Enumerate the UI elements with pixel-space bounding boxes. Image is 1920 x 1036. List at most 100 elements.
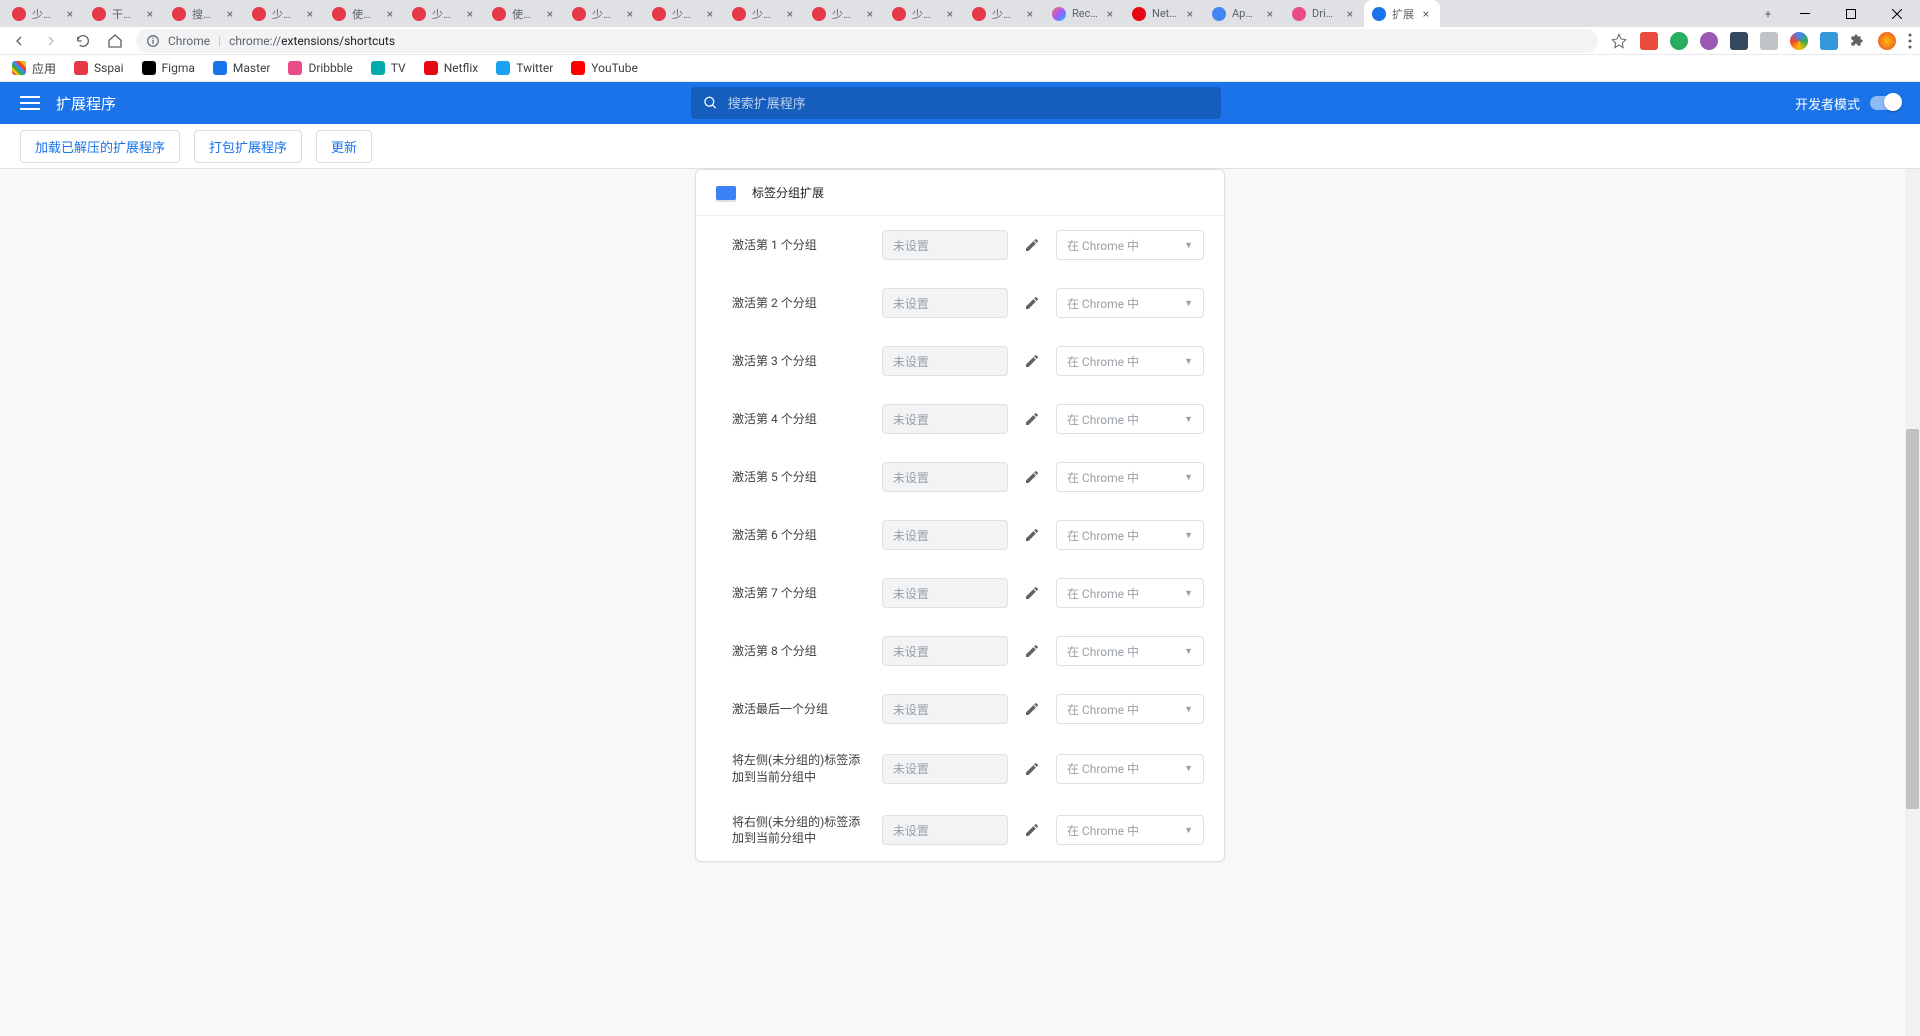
reload-button[interactable] — [72, 30, 94, 52]
tab-close-icon[interactable]: × — [1420, 8, 1432, 20]
scope-select[interactable]: 在 Chrome 中 ▼ — [1056, 520, 1204, 550]
browser-tab[interactable]: 少数... × — [964, 0, 1044, 27]
scope-select[interactable]: 在 Chrome 中 ▼ — [1056, 462, 1204, 492]
extensions-puzzle-icon[interactable] — [1850, 33, 1866, 49]
ext-icon-6[interactable] — [1790, 32, 1808, 50]
tab-close-icon[interactable]: × — [64, 8, 76, 20]
tab-close-icon[interactable]: × — [144, 8, 156, 20]
window-maximize[interactable] — [1828, 0, 1874, 27]
back-button[interactable] — [8, 30, 30, 52]
shortcut-input[interactable]: 未设置 — [882, 636, 1008, 666]
browser-tab[interactable]: 少数... × — [564, 0, 644, 27]
edit-icon[interactable] — [1020, 237, 1044, 253]
bookmark-item[interactable]: Sspai — [74, 61, 124, 75]
tab-close-icon[interactable]: × — [864, 8, 876, 20]
scrollbar-thumb[interactable] — [1906, 429, 1919, 809]
home-button[interactable] — [104, 30, 126, 52]
star-button[interactable] — [1608, 30, 1630, 52]
edit-icon[interactable] — [1020, 822, 1044, 838]
new-tab-button[interactable]: + — [1754, 0, 1782, 27]
ext-icon-2[interactable] — [1670, 32, 1688, 50]
browser-tab[interactable]: 使用... × — [484, 0, 564, 27]
tab-close-icon[interactable]: × — [304, 8, 316, 20]
search-input[interactable] — [728, 96, 1209, 111]
scope-select[interactable]: 在 Chrome 中 ▼ — [1056, 636, 1204, 666]
browser-tab[interactable]: 少数... × — [4, 0, 84, 27]
tab-close-icon[interactable]: × — [784, 8, 796, 20]
bookmark-item[interactable]: Netflix — [424, 61, 479, 75]
window-close[interactable] — [1874, 0, 1920, 27]
forward-button[interactable] — [40, 30, 62, 52]
browser-tab[interactable]: Rece... × — [1044, 0, 1124, 27]
bookmark-item[interactable]: TV — [371, 61, 406, 75]
tab-close-icon[interactable]: × — [544, 8, 556, 20]
tab-close-icon[interactable]: × — [224, 8, 236, 20]
shortcut-input[interactable]: 未设置 — [882, 288, 1008, 318]
browser-tab[interactable]: 少数... × — [644, 0, 724, 27]
edit-icon[interactable] — [1020, 761, 1044, 777]
bookmark-item[interactable]: Master — [213, 61, 271, 75]
ext-icon-5[interactable] — [1760, 32, 1778, 50]
avatar[interactable] — [1878, 32, 1896, 50]
shortcut-input[interactable]: 未设置 — [882, 404, 1008, 434]
scope-select[interactable]: 在 Chrome 中 ▼ — [1056, 230, 1204, 260]
ext-icon-7[interactable] — [1820, 32, 1838, 50]
window-minimize[interactable] — [1782, 0, 1828, 27]
edit-icon[interactable] — [1020, 585, 1044, 601]
browser-tab[interactable]: 扩展 × — [1364, 0, 1440, 27]
bookmark-item[interactable]: Figma — [142, 61, 195, 75]
shortcut-input[interactable]: 未设置 — [882, 694, 1008, 724]
browser-tab[interactable]: 少数... × — [404, 0, 484, 27]
edit-icon[interactable] — [1020, 469, 1044, 485]
browser-tab[interactable]: 少数... × — [244, 0, 324, 27]
browser-tab[interactable]: 搜索... × — [164, 0, 244, 27]
shortcut-input[interactable]: 未设置 — [882, 520, 1008, 550]
tab-close-icon[interactable]: × — [464, 8, 476, 20]
browser-tab[interactable]: Drib... × — [1284, 0, 1364, 27]
scope-select[interactable]: 在 Chrome 中 ▼ — [1056, 346, 1204, 376]
shortcut-input[interactable]: 未设置 — [882, 578, 1008, 608]
scope-select[interactable]: 在 Chrome 中 ▼ — [1056, 578, 1204, 608]
browser-tab[interactable]: 干掉... × — [84, 0, 164, 27]
tab-close-icon[interactable]: × — [384, 8, 396, 20]
edit-icon[interactable] — [1020, 353, 1044, 369]
edit-icon[interactable] — [1020, 411, 1044, 427]
kebab-menu-icon[interactable] — [1908, 33, 1912, 49]
tab-close-icon[interactable]: × — [1184, 8, 1196, 20]
scope-select[interactable]: 在 Chrome 中 ▼ — [1056, 815, 1204, 845]
ext-icon-4[interactable] — [1730, 32, 1748, 50]
scope-select[interactable]: 在 Chrome 中 ▼ — [1056, 288, 1204, 318]
scrollbar-track[interactable] — [1905, 169, 1920, 1036]
shortcut-input[interactable]: 未设置 — [882, 462, 1008, 492]
edit-icon[interactable] — [1020, 295, 1044, 311]
dev-mode-toggle[interactable] — [1870, 96, 1900, 110]
tab-close-icon[interactable]: × — [1344, 8, 1356, 20]
omnibox[interactable]: Chrome | chrome://extensions/shortcuts — [136, 29, 1598, 53]
tab-close-icon[interactable]: × — [704, 8, 716, 20]
browser-tab[interactable]: 少数... × — [804, 0, 884, 27]
edit-icon[interactable] — [1020, 643, 1044, 659]
tab-close-icon[interactable]: × — [944, 8, 956, 20]
bookmark-item[interactable]: YouTube — [571, 61, 638, 75]
edit-icon[interactable] — [1020, 701, 1044, 717]
ext-icon-1[interactable] — [1640, 32, 1658, 50]
search-box[interactable] — [691, 87, 1221, 119]
scope-select[interactable]: 在 Chrome 中 ▼ — [1056, 404, 1204, 434]
bookmark-item[interactable]: Dribbble — [288, 61, 352, 75]
scope-select[interactable]: 在 Chrome 中 ▼ — [1056, 754, 1204, 784]
scope-select[interactable]: 在 Chrome 中 ▼ — [1056, 694, 1204, 724]
browser-tab[interactable]: App... × — [1204, 0, 1284, 27]
edit-icon[interactable] — [1020, 527, 1044, 543]
shortcut-input[interactable]: 未设置 — [882, 346, 1008, 376]
browser-tab[interactable]: 少数... × — [884, 0, 964, 27]
tab-close-icon[interactable]: × — [1104, 8, 1116, 20]
browser-tab[interactable]: 少数... × — [724, 0, 804, 27]
tab-close-icon[interactable]: × — [624, 8, 636, 20]
hamburger-icon[interactable] — [20, 96, 40, 110]
tab-close-icon[interactable]: × — [1024, 8, 1036, 20]
shortcut-input[interactable]: 未设置 — [882, 754, 1008, 784]
shortcut-input[interactable]: 未设置 — [882, 815, 1008, 845]
bookmark-item[interactable]: Twitter — [496, 61, 553, 75]
browser-tab[interactable]: 使用... × — [324, 0, 404, 27]
shortcut-input[interactable]: 未设置 — [882, 230, 1008, 260]
